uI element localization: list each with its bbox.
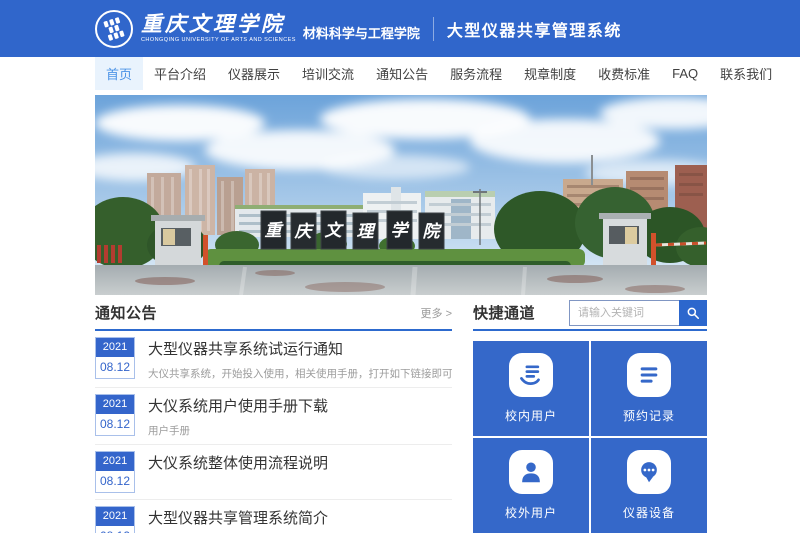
university-name-block: 重庆文理学院 CHONGQING UNIVERSITY OF ARTS AND … xyxy=(141,14,296,44)
notices-more-link[interactable]: 更多 > xyxy=(421,305,452,321)
nav-item-platform-intro[interactable]: 平台介绍 xyxy=(143,57,217,90)
nav-item-rules[interactable]: 规章制度 xyxy=(513,57,587,90)
header-inner: 重庆文理学院 CHONGQING UNIVERSITY OF ARTS AND … xyxy=(95,10,707,48)
notice-item[interactable]: 2021 08.12 大仪系统整体使用流程说明 xyxy=(95,445,452,500)
tile-external-user[interactable]: 校外用户 xyxy=(473,438,589,533)
nav-item-notices[interactable]: 通知公告 xyxy=(365,57,439,90)
nav-item-service-flow[interactable]: 服务流程 xyxy=(439,57,513,90)
notice-item[interactable]: 2021 08.12 大仪系统用户使用手册下载 用户手册 xyxy=(95,388,452,445)
notice-list: 2021 08.12 大型仪器共享系统试运行通知 大仪共享系统，开始投入使用，相… xyxy=(95,331,452,533)
notice-body: 大型仪器共享系统试运行通知 大仪共享系统，开始投入使用，相关使用手册，打开如下链… xyxy=(148,337,452,381)
search-box xyxy=(569,300,707,326)
quick-channel-section: 快捷通道 xyxy=(473,303,707,533)
nav-item-fees[interactable]: 收费标准 xyxy=(587,57,661,90)
site-header: 重庆文理学院 CHONGQING UNIVERSITY OF ARTS AND … xyxy=(0,0,800,57)
tile-label: 校内用户 xyxy=(505,407,557,424)
nav-item-faq[interactable]: FAQ xyxy=(661,57,709,90)
nav-item-contact[interactable]: 联系我们 xyxy=(709,57,783,90)
gate-char: 庆 xyxy=(294,222,315,241)
notice-body: 大仪系统整体使用流程说明 xyxy=(148,451,452,493)
tile-reservation-records[interactable]: 预约记录 xyxy=(591,341,707,436)
notice-item[interactable]: 2021 08.12 大型仪器共享系统试运行通知 大仪共享系统，开始投入使用，相… xyxy=(95,331,452,388)
notice-date-badge: 2021 08.12 xyxy=(95,451,135,493)
tile-label: 预约记录 xyxy=(623,407,675,424)
notice-title: 大仪系统用户使用手册下载 xyxy=(148,395,452,416)
college-name: 材料科学与工程学院 xyxy=(303,23,420,42)
notice-date-badge: 2021 08.12 xyxy=(95,506,135,533)
quick-tiles: 校内用户 预约记录 xyxy=(473,341,707,533)
notice-year: 2021 xyxy=(96,338,134,357)
search-icon xyxy=(686,306,700,320)
hand-card-icon xyxy=(509,353,553,397)
content-row: 通知公告 更多 > 2021 08.12 大型仪器共享系统试运行通知 大仪共享系… xyxy=(95,303,707,533)
notice-year: 2021 xyxy=(96,452,134,471)
notice-body: 大型仪器共享管理系统简介 大型仪器共享管理系统，是将学院大型仪器统一纳入该系统进… xyxy=(148,506,452,533)
search-input[interactable] xyxy=(569,300,679,326)
notice-year: 2021 xyxy=(96,395,134,414)
university-logo xyxy=(95,10,133,48)
quick-channel-title: 快捷通道 xyxy=(473,302,535,323)
university-name-en: CHONGQING UNIVERSITY OF ARTS AND SCIENCE… xyxy=(141,38,296,44)
nav-item-training[interactable]: 培训交流 xyxy=(291,57,365,90)
notice-date-badge: 2021 08.12 xyxy=(95,394,135,436)
notice-title: 大型仪器共享管理系统简介 xyxy=(148,507,452,528)
notice-title: 大型仪器共享系统试运行通知 xyxy=(148,338,452,359)
tile-instruments[interactable]: 仪器设备 xyxy=(591,438,707,533)
university-name-cn: 重庆文理学院 xyxy=(141,14,296,35)
page: 重庆文理学院 CHONGQING UNIVERSITY OF ARTS AND … xyxy=(0,0,800,533)
notice-title: 大仪系统整体使用流程说明 xyxy=(148,452,452,473)
notice-item[interactable]: 2021 08.12 大型仪器共享管理系统简介 大型仪器共享管理系统，是将学院大… xyxy=(95,500,452,533)
user-icon xyxy=(509,450,553,494)
notice-summary: 用户手册 xyxy=(148,423,452,438)
chat-bubble-icon xyxy=(627,450,671,494)
notices-section: 通知公告 更多 > 2021 08.12 大型仪器共享系统试运行通知 大仪共享系… xyxy=(95,303,452,533)
tile-campus-user[interactable]: 校内用户 xyxy=(473,341,589,436)
main-nav: 首页 平台介绍 仪器展示 培训交流 通知公告 服务流程 规章制度 收费标准 FA… xyxy=(95,57,707,90)
system-title: 大型仪器共享管理系统 xyxy=(447,17,622,41)
header-divider xyxy=(433,17,434,41)
notice-day: 08.12 xyxy=(96,471,134,492)
notice-summary: 大仪共享系统，开始投入使用，相关使用手册，打开如下链接即可下载学习。http:/… xyxy=(148,366,452,381)
notice-year: 2021 xyxy=(96,507,134,526)
quick-channel-header: 快捷通道 xyxy=(473,303,707,331)
notice-day: 08.12 xyxy=(96,526,134,533)
nav-item-home[interactable]: 首页 xyxy=(95,57,143,90)
notices-title: 通知公告 xyxy=(95,302,157,323)
list-icon xyxy=(627,353,671,397)
notice-date-badge: 2021 08.12 xyxy=(95,337,135,379)
notices-header: 通知公告 更多 > xyxy=(95,303,452,331)
notice-day: 08.12 xyxy=(96,414,134,435)
notice-body: 大仪系统用户使用手册下载 用户手册 xyxy=(148,394,452,438)
campus-photo: 重 庆 文 理 学 院 xyxy=(95,95,707,295)
notice-day: 08.12 xyxy=(96,357,134,378)
tile-label: 校外用户 xyxy=(505,504,557,521)
campus-photo-illustration: 重 庆 文 理 学 院 xyxy=(95,95,707,295)
nav-item-instrument-display[interactable]: 仪器展示 xyxy=(217,57,291,90)
tile-label: 仪器设备 xyxy=(623,504,675,521)
search-button[interactable] xyxy=(679,300,707,326)
logo-emblem-icon xyxy=(101,16,127,42)
